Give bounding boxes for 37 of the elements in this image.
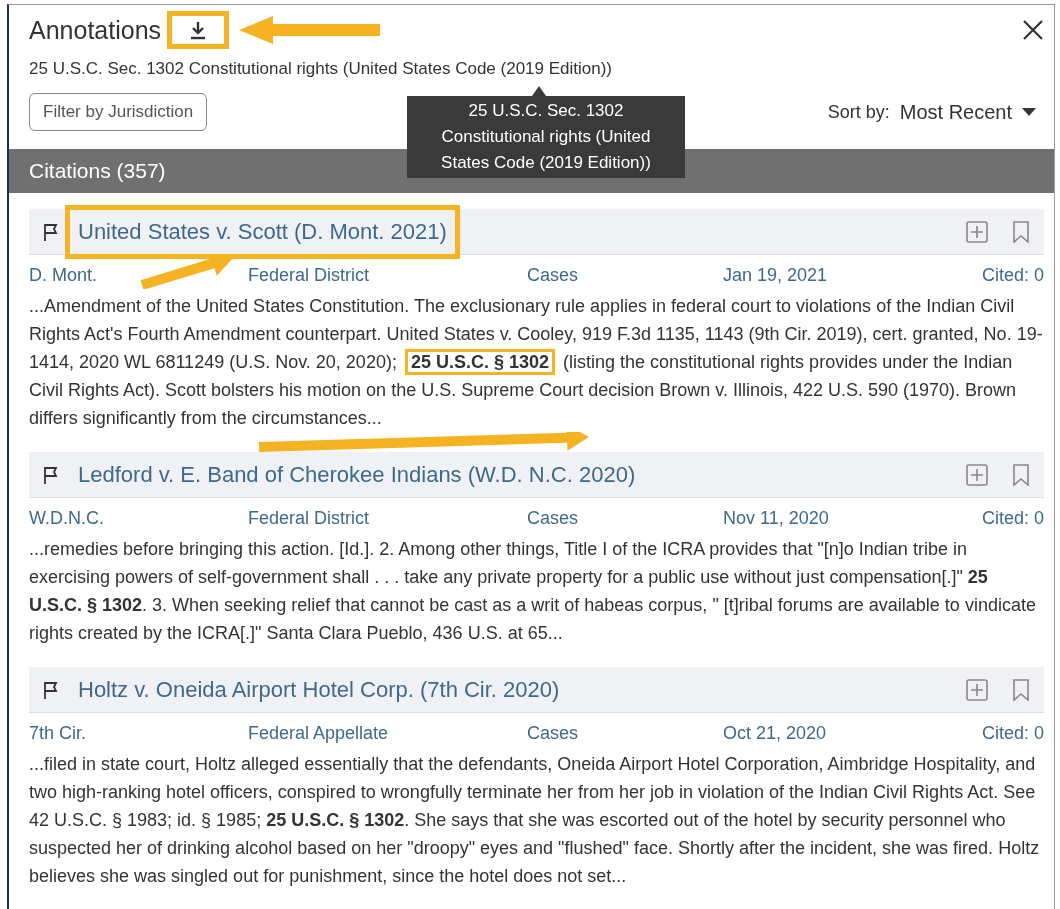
add-box-icon[interactable] xyxy=(966,463,988,486)
date-label: Nov 11, 2020 xyxy=(723,508,829,529)
bookmark-icon[interactable] xyxy=(1012,463,1030,486)
tooltip: 25 U.S.C. Sec. 1302 Constitutional rights (United States Code (2019 Edition)) xyxy=(407,96,685,178)
court-label: 7th Cir. xyxy=(29,723,87,744)
category-label: Cases xyxy=(527,508,579,529)
excerpt-paragraph: ...remedies before bringing this action. [Id.]. 2. Among other things, Title I of the ICRA provides that "[n]o Indian tribe in exercising powers of self-government shall . . . take any private property for a public use without just compensation[.]" 25 U.S.C. § 1302. 3. When seeking relief that cannot be cast as a writ of habeas corpus, " [t]ribal forums are available to vindicate rights created by the ICRA[.]" Santa Clara Pueblo, 436 U.S. at 65... xyxy=(29,538,1037,645)
tooltip-pointer xyxy=(532,86,546,96)
sort-label: Sort by: xyxy=(827,101,890,123)
cited-count: Cited: 0 xyxy=(981,508,1044,529)
court-label: D. Mont. xyxy=(29,265,98,286)
case-title-link[interactable]: Ledford v. E. Band of Cherokee Indians (W.D. N.C. 2020) xyxy=(65,447,649,502)
court-level-label: Federal District xyxy=(248,508,370,529)
category-label: Cases xyxy=(527,723,579,744)
excerpt-paragraph: ...Amendment of the United States Constitution. The exclusionary rule applies in federal court to violations of the Indian Civil Rights Act's Fourth Amendment counterpart. United States v. Cooley, 919 F.3d 1135, 1143 (9th Cir. 2019), cert. granted, No. 19-1414, 2020 WL 6811249 (U.S. Nov. 20, 2020); 25 U.S.C. § 1302 (listing the constitutional rights provides under the Indian Civil Rights Act). Scott bolsters his motion on the U.S. Supreme Court decision Brown v. Illinois, 422 U.S. 590 (1970). Brown differs significantly from the circumstances... xyxy=(29,295,1044,430)
bookmark-icon[interactable] xyxy=(1012,678,1030,701)
add-box-icon[interactable] xyxy=(966,220,988,243)
caret-icon xyxy=(1022,108,1036,116)
excerpt-paragraph: ...filed in state court, Holtz alleged essentially that the defendants, Oneida Airport Hotel Corporation, Aimbridge Hospitality, and two high-ranking hotel officers, conspired to wrongfully terminate her from her job in violation of the Indian Civil Rights Act. See 42 U.S.C. § 1983; id. § 1985; 25 U.S.C. § 1302. She says that she was escorted out of the hotel by security personnel who suspected her of drinking alcohol based on her "droopy" eyes and "flushed" face. Shortly after the incident, she was fired. Holtz believes she was singled out for punishment, since the hotel does not set... xyxy=(29,753,1041,888)
sort-dropdown[interactable]: Most Recent xyxy=(899,100,1036,124)
court-level-label: Federal Appellate xyxy=(248,723,389,744)
code-section-subtitle: 25 U.S.C. Sec. 1302 Constitutional rights (United States Code (2019 Edition)) xyxy=(28,58,614,79)
category-label: Cases xyxy=(527,265,579,286)
filter-button[interactable]: Filter by Jurisdiction xyxy=(29,93,208,131)
case-title-link[interactable]: Holtz v. Oneida Airport Hotel Corp. (7th Cir. 2020) xyxy=(65,662,573,717)
cited-count: Cited: 0 xyxy=(981,723,1044,744)
bookmark-icon[interactable] xyxy=(1012,220,1030,243)
close-button[interactable] xyxy=(1022,19,1044,41)
date-label: Oct 21, 2020 xyxy=(723,723,827,744)
date-label: Jan 19, 2021 xyxy=(723,265,828,286)
panel-title: Annotations xyxy=(29,15,162,45)
case-title-link[interactable]: United States v. Scott (D. Mont. 2021) xyxy=(65,204,460,259)
court-level-label: Federal District xyxy=(248,265,370,286)
court-label: W.D.N.C. xyxy=(29,508,104,529)
cited-count: Cited: 0 xyxy=(981,265,1044,286)
add-box-icon[interactable] xyxy=(966,678,988,701)
download-button[interactable] xyxy=(167,11,230,49)
